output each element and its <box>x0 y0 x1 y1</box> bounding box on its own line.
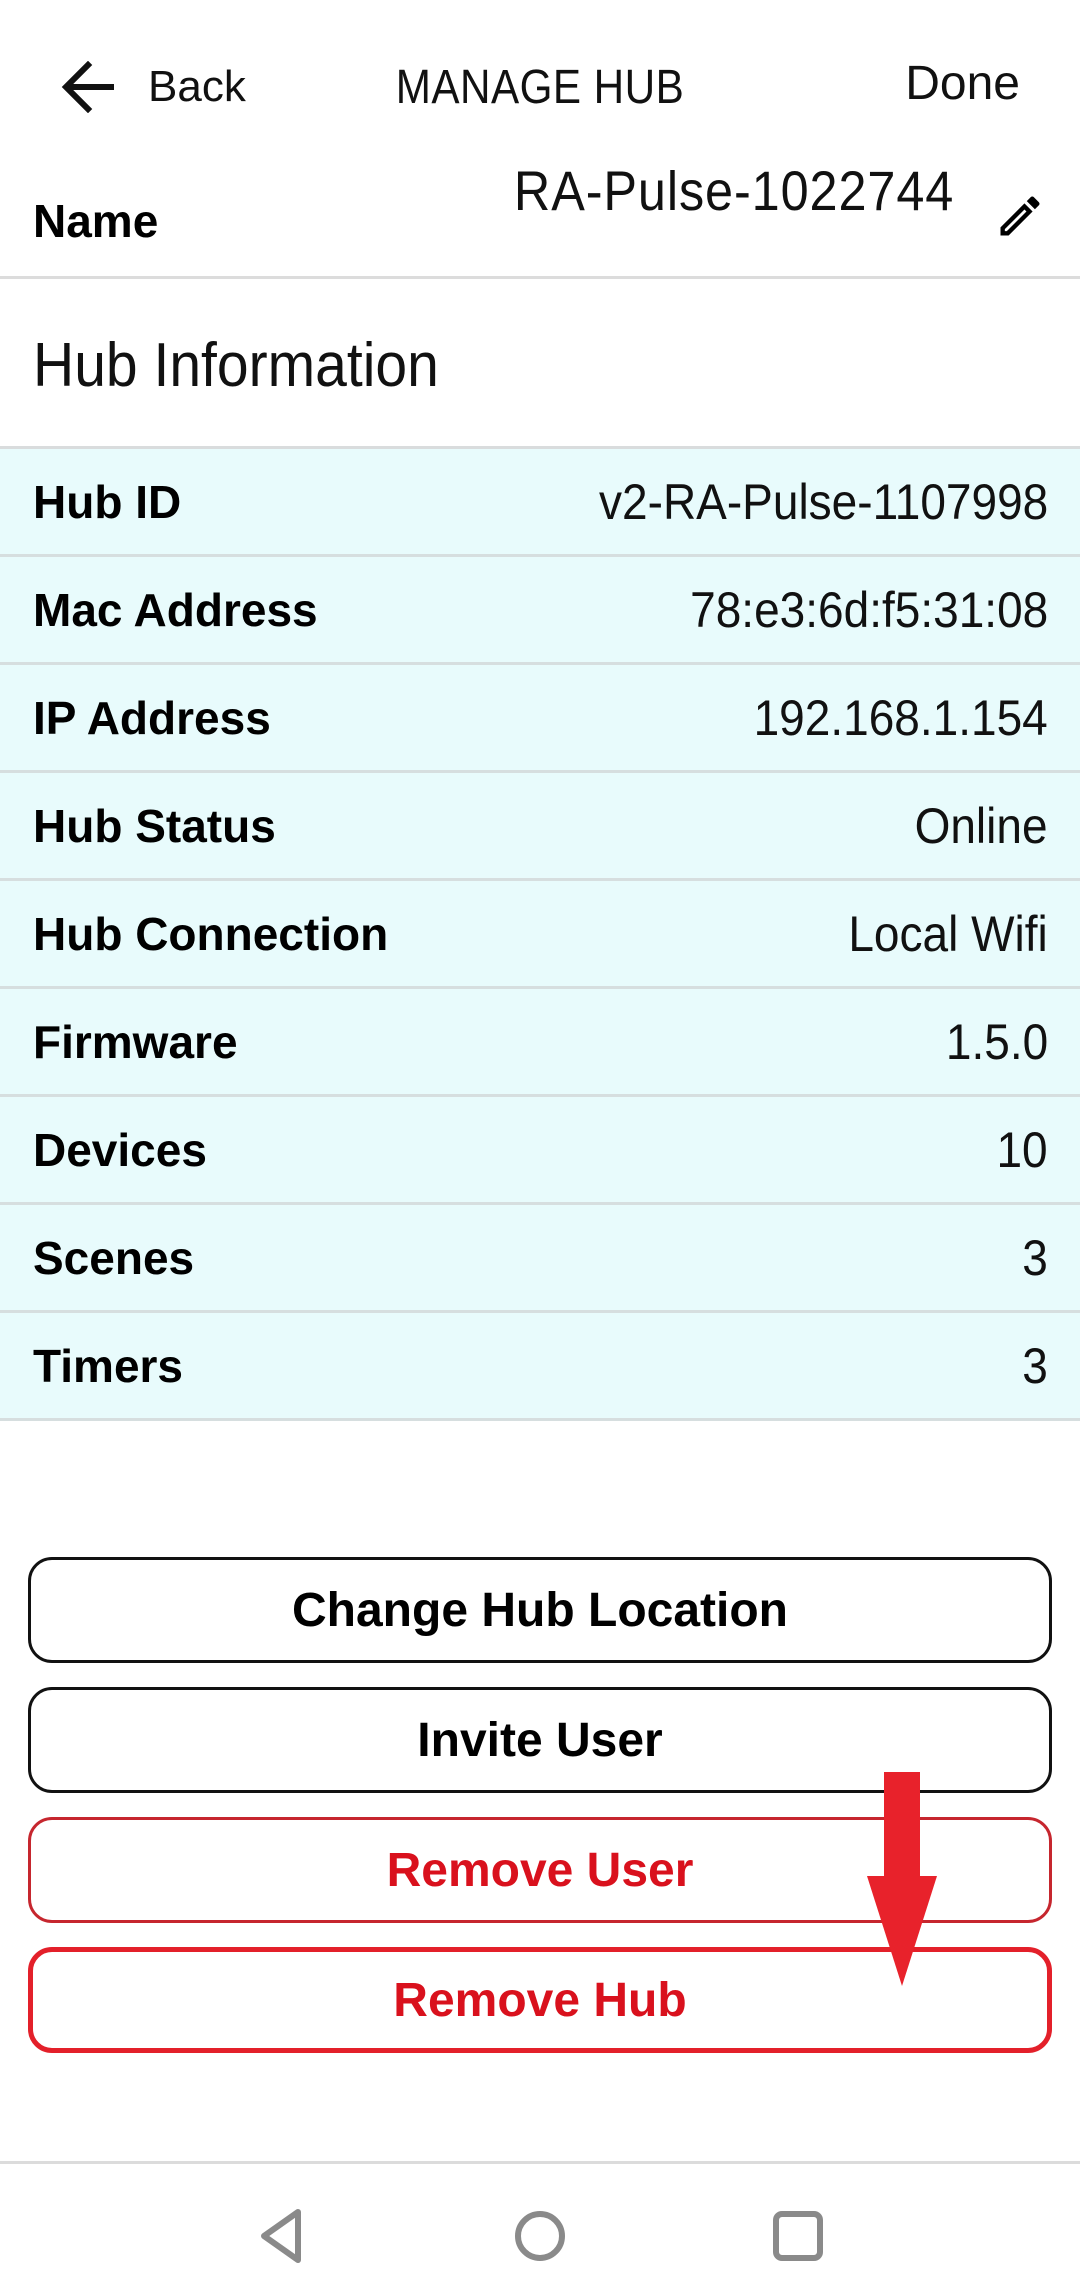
info-value: 192.168.1.154 <box>753 689 1048 746</box>
done-button[interactable]: Done <box>905 56 1020 111</box>
system-back-button[interactable] <box>252 2206 312 2266</box>
hub-information-heading: Hub Information <box>33 331 439 400</box>
info-value: v2-RA-Pulse-1107998 <box>598 473 1048 530</box>
remove-user-button[interactable]: Remove User <box>28 1817 1052 1923</box>
info-value: 3 <box>1022 1229 1048 1286</box>
info-value: 78:e3:6d:f5:31:08 <box>689 581 1048 638</box>
info-label: Mac Address <box>33 583 318 636</box>
system-home-button[interactable] <box>510 2206 570 2266</box>
info-value: Online <box>915 797 1048 854</box>
info-label: Hub ID <box>33 475 182 528</box>
info-label: Timers <box>33 1339 184 1392</box>
info-label: Scenes <box>33 1231 195 1284</box>
nav-home-circle-icon <box>515 2211 565 2261</box>
info-label: IP Address <box>33 691 271 744</box>
app-header: Back MANAGE HUB Done <box>0 0 1080 170</box>
info-row-hub-id: Hub ID v2-RA-Pulse-1107998 <box>0 449 1080 557</box>
info-row-scenes: Scenes 3 <box>0 1205 1080 1313</box>
info-row-devices: Devices 10 <box>0 1097 1080 1205</box>
info-label: Firmware <box>33 1015 238 1068</box>
remove-hub-button[interactable]: Remove Hub <box>28 1947 1052 2053</box>
info-label: Hub Status <box>33 799 276 852</box>
info-value: Local Wifi <box>848 905 1048 962</box>
info-row-mac-address: Mac Address 78:e3:6d:f5:31:08 <box>0 557 1080 665</box>
invite-user-button[interactable]: Invite User <box>28 1687 1052 1793</box>
nav-back-triangle-icon <box>261 2209 301 2263</box>
info-value: 1.5.0 <box>945 1013 1048 1070</box>
info-label: Devices <box>33 1123 207 1176</box>
info-value: 10 <box>996 1121 1048 1178</box>
system-recents-button[interactable] <box>768 2206 828 2266</box>
info-row-hub-status: Hub Status Online <box>0 773 1080 881</box>
info-label: Hub Connection <box>33 907 389 960</box>
change-hub-location-button[interactable]: Change Hub Location <box>28 1557 1052 1663</box>
info-row-hub-connection: Hub Connection Local Wifi <box>0 881 1080 989</box>
info-row-ip-address: IP Address 192.168.1.154 <box>0 665 1080 773</box>
info-value: 3 <box>1022 1337 1048 1394</box>
name-field-row: Name RA-Pulse-1022744 <box>0 170 1080 279</box>
info-row-timers: Timers 3 <box>0 1313 1080 1421</box>
pencil-icon[interactable] <box>994 190 1046 242</box>
hub-actions: Change Hub Location Invite User Remove U… <box>28 1557 1052 2077</box>
system-navigation-bar <box>0 2164 1080 2296</box>
name-label: Name <box>33 195 159 247</box>
hub-info-table: Hub ID v2-RA-Pulse-1107998 Mac Address 7… <box>0 446 1080 1421</box>
hub-name-value[interactable]: RA-Pulse-1022744 <box>514 170 954 223</box>
page-title: MANAGE HUB <box>395 61 685 114</box>
info-row-firmware: Firmware 1.5.0 <box>0 989 1080 1097</box>
nav-recents-square-icon <box>773 2211 823 2261</box>
